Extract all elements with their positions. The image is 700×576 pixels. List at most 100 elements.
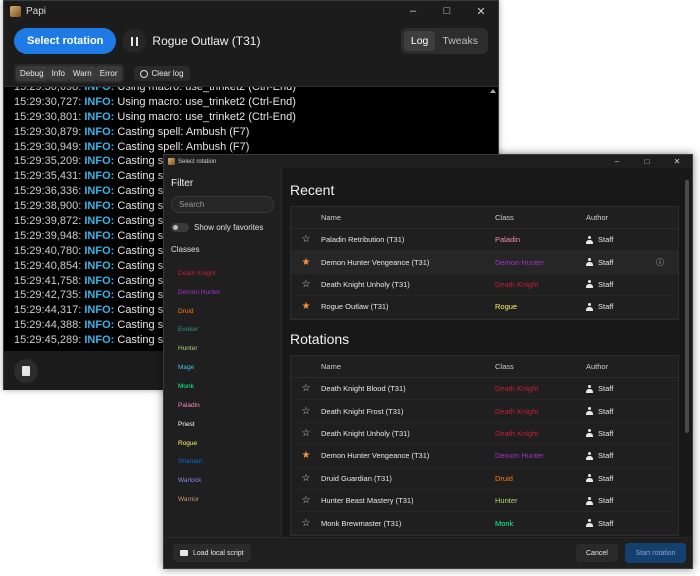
info-icon[interactable]: ⓘ bbox=[656, 257, 676, 268]
table-row[interactable]: ☆ Monk Brewmaster (T31) Monk Staff bbox=[291, 512, 678, 535]
table-row[interactable]: ☆ Death Knight Frost (T31) Death Knight Sta… bbox=[291, 400, 678, 423]
log-level-warn[interactable]: Warn bbox=[68, 66, 96, 81]
log-timestamp: 15:29:30,949: bbox=[14, 140, 82, 153]
person-icon bbox=[586, 474, 593, 483]
col-author[interactable]: Author bbox=[586, 213, 656, 222]
start-rotation-button[interactable]: Start rotation bbox=[625, 543, 686, 563]
table-row[interactable]: ☆ Death Knight Unholy (T31) Death Knight St… bbox=[291, 423, 678, 446]
person-icon bbox=[586, 429, 593, 438]
tab-tweaks[interactable]: Tweaks bbox=[435, 31, 485, 51]
app-logo-icon bbox=[168, 158, 175, 165]
favorites-filter[interactable]: Show only favorites bbox=[171, 223, 263, 232]
log-level: INFO: bbox=[84, 95, 115, 108]
load-local-script-label: Load local script bbox=[193, 549, 244, 557]
class-filter-death-knight[interactable]: Death Knight bbox=[178, 264, 220, 283]
list-scrollbar[interactable] bbox=[685, 180, 689, 433]
rotation-name: Druid Guardian (T31) bbox=[321, 473, 392, 483]
log-level-info[interactable]: Info bbox=[47, 66, 69, 81]
select-rotation-dialog: Select rotation – □ ✕ Filter Search Show… bbox=[163, 154, 693, 569]
minimize-icon[interactable]: – bbox=[396, 1, 430, 21]
class-filter-priest[interactable]: Priest bbox=[178, 415, 220, 434]
log-timestamp: 15:29:35,431: bbox=[14, 170, 82, 183]
log-level: INFO: bbox=[84, 125, 115, 138]
col-name[interactable]: Name bbox=[321, 362, 495, 371]
pause-icon bbox=[130, 36, 133, 46]
load-local-script-button[interactable]: Load local script bbox=[173, 544, 251, 562]
class-filter-mage[interactable]: Mage bbox=[178, 358, 220, 377]
table-row[interactable]: ☆ Death Knight Unholy (T31) Death Knight St… bbox=[291, 274, 678, 297]
class-filter-rogue[interactable]: Rogue bbox=[178, 434, 220, 453]
log-level-toggles: Debug Info Warn Error bbox=[14, 64, 124, 83]
table-row[interactable]: ☆ Death Knight Blood (T31) Death Knight Sta… bbox=[291, 378, 678, 401]
star-outline-icon[interactable]: ☆ bbox=[291, 279, 321, 290]
log-level: INFO: bbox=[84, 215, 115, 228]
class-filter-warlock[interactable]: Warlock bbox=[178, 471, 220, 490]
log-level: INFO: bbox=[84, 110, 115, 123]
class-filter-monk[interactable]: Monk bbox=[178, 377, 220, 396]
select-rotation-button[interactable]: Select rotation bbox=[14, 28, 117, 54]
class-filter-list: Death Knight Demon Hunter Druid Evoker Hunte… bbox=[178, 264, 220, 509]
star-filled-icon[interactable]: ★ bbox=[291, 301, 321, 312]
class-filter-hunter[interactable]: Hunter bbox=[178, 339, 220, 358]
dialog-footer: Load local script Cancel Start rotation bbox=[164, 537, 692, 568]
star-outline-icon[interactable]: ☆ bbox=[291, 428, 321, 439]
open-log-file-button[interactable] bbox=[14, 359, 38, 383]
scroll-up-icon[interactable] bbox=[490, 89, 496, 93]
star-outline-icon[interactable]: ☆ bbox=[291, 473, 321, 484]
rotation-name: Rogue Outlaw (T31) bbox=[321, 302, 389, 312]
clear-log-button[interactable]: Clear log bbox=[133, 66, 190, 81]
col-class[interactable]: Class bbox=[495, 362, 586, 371]
cancel-button[interactable]: Cancel bbox=[576, 544, 618, 562]
close-icon[interactable]: ✕ bbox=[662, 155, 692, 168]
col-class[interactable]: Class bbox=[495, 213, 586, 222]
pause-button[interactable] bbox=[122, 29, 147, 53]
star-outline-icon[interactable]: ☆ bbox=[291, 234, 321, 245]
col-author[interactable]: Author bbox=[586, 362, 656, 371]
rotation-class: Death Knight bbox=[495, 428, 539, 438]
close-icon[interactable]: ✕ bbox=[464, 1, 498, 21]
rotation-author: Staff bbox=[586, 258, 656, 267]
log-message: Using macro: use_trinket2 (Ctrl-End) bbox=[117, 110, 296, 123]
class-filter-evoker[interactable]: Evoker bbox=[178, 321, 220, 340]
rotations-table: Name Class Author ☆ Death Knight Blood (T… bbox=[290, 355, 679, 536]
table-row[interactable]: ☆ Hunter Beast Mastery (T31) Hunter Staff bbox=[291, 490, 678, 513]
table-row[interactable]: ★ Demon Hunter Vengeance (T31) Demon Hunte… bbox=[291, 251, 678, 274]
log-timestamp: 15:29:41,758: bbox=[14, 274, 82, 287]
table-row[interactable]: ★ Demon Hunter Vengeance (T31) Demon Hunte… bbox=[291, 445, 678, 468]
search-input[interactable]: Search bbox=[171, 196, 274, 213]
table-row[interactable]: ☆ Druid Guardian (T31) Druid Staff bbox=[291, 468, 678, 490]
col-name[interactable]: Name bbox=[321, 213, 495, 222]
minimize-icon[interactable]: – bbox=[602, 155, 632, 168]
author-name: Staff bbox=[598, 518, 614, 528]
log-level: INFO: bbox=[84, 229, 115, 242]
rotation-name: Death Knight Unholy (T31) bbox=[321, 428, 410, 438]
class-filter-demon-hunter[interactable]: Demon Hunter bbox=[178, 283, 220, 302]
person-icon bbox=[586, 407, 593, 416]
log-level-error[interactable]: Error bbox=[95, 66, 122, 81]
table-row[interactable]: ★ Rogue Outlaw (T31) Rogue Staff bbox=[291, 296, 678, 319]
maximize-icon[interactable]: □ bbox=[632, 155, 662, 168]
tab-log[interactable]: Log bbox=[403, 31, 436, 51]
star-outline-icon[interactable]: ☆ bbox=[291, 518, 321, 529]
class-filter-paladin[interactable]: Paladin bbox=[178, 396, 220, 415]
star-outline-icon[interactable]: ☆ bbox=[291, 406, 321, 417]
rotation-name: Death Knight Blood (T31) bbox=[321, 384, 406, 394]
log-level-debug[interactable]: Debug bbox=[16, 66, 48, 81]
star-filled-icon[interactable]: ★ bbox=[291, 450, 321, 461]
class-filter-druid[interactable]: Druid bbox=[178, 302, 220, 321]
star-outline-icon[interactable]: ☆ bbox=[291, 383, 321, 394]
log-level: INFO: bbox=[84, 334, 115, 347]
main-titlebar: Papi – □ ✕ bbox=[4, 1, 498, 21]
star-outline-icon[interactable]: ☆ bbox=[291, 495, 321, 506]
view-tabs: Log Tweaks bbox=[400, 28, 488, 54]
favorites-toggle[interactable] bbox=[171, 223, 189, 232]
log-level: INFO: bbox=[84, 304, 115, 317]
class-filter-warrior[interactable]: Warrior bbox=[178, 490, 220, 509]
class-filter-shaman[interactable]: Shaman bbox=[178, 452, 220, 471]
maximize-icon[interactable]: □ bbox=[430, 1, 464, 21]
table-row[interactable]: ☆ Paladin Retribution (T31) Paladin Staff bbox=[291, 229, 678, 252]
star-filled-icon[interactable]: ★ bbox=[291, 257, 321, 268]
log-line: 15:29:30,949: INFO: Casting spell: Ambus… bbox=[14, 140, 318, 155]
author-name: Staff bbox=[598, 235, 614, 245]
log-timestamp: 15:29:35,209: bbox=[14, 155, 82, 168]
